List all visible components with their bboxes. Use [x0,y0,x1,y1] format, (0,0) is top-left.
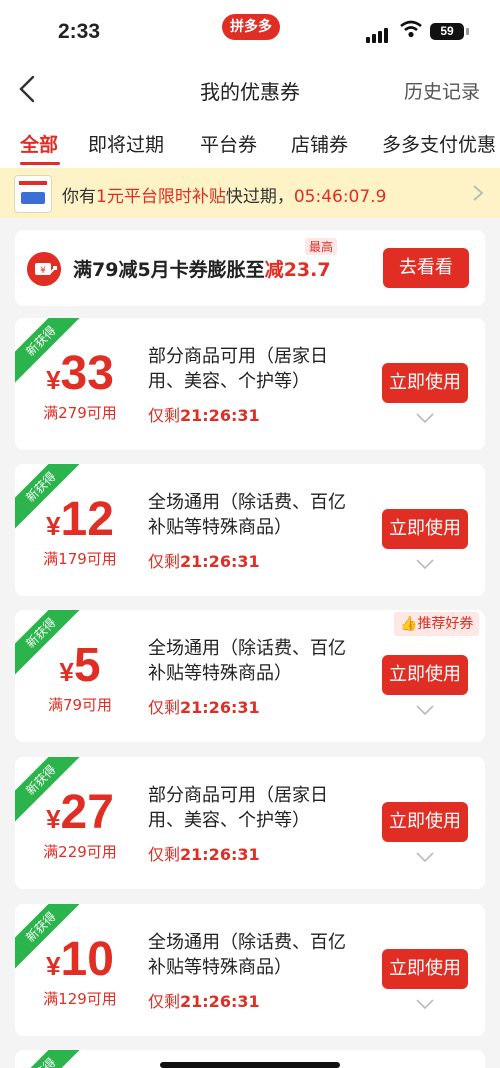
chevron-right-icon [473,185,484,201]
tab-all[interactable]: 全部 [20,130,58,157]
tab-duoduo-pay[interactable]: 多多支付优惠 [382,130,496,157]
coupon-condition: 满79可用 [47,696,113,714]
use-now-button[interactable]: 立即使用 [382,509,468,549]
coupon-expire: 仅剩21:26:31 [148,552,260,571]
coupon-expand-icon: ¥ [27,252,61,286]
wifi-icon [400,20,422,38]
coupon-amount: ¥5 [59,639,101,692]
promo-card: ¥ 满79减5月卡券膨胀至减23.7 最高 去看看 [15,230,485,306]
battery-icon: 59 [430,23,464,40]
tab-store[interactable]: 店铺券 [291,130,348,157]
tab-indicator [20,162,60,165]
coupon-expire: 仅剩21:26:31 [148,698,260,717]
chevron-down-icon[interactable] [416,705,434,715]
new-ribbon: 新获得 [15,1050,85,1068]
chevron-down-icon[interactable] [416,852,434,862]
promo-text: 满79减5月卡券膨胀至减23.7 [73,259,331,281]
coupon-amount: ¥27 [46,786,114,839]
coupon-desc: 部分商品可用（居家日用、美容、个护等） [148,346,328,392]
coupon-condition: 满129可用 [43,990,117,1008]
coupon-card: 新获得 ¥12 满179可用 全场通用（除话费、百亿补贴等特殊商品） 仅剩21:… [15,464,485,596]
tab-expiring[interactable]: 即将过期 [88,130,164,157]
expiry-notice[interactable]: 你有1元平台限时补贴快过期，05:46:07.9 [0,168,500,218]
chevron-down-icon[interactable] [416,559,434,569]
app-pill[interactable]: 拼多多 [222,14,280,40]
coupon-condition: 满279可用 [43,404,117,422]
coupon-condition: 满179可用 [43,550,117,568]
chevron-down-icon[interactable] [416,999,434,1009]
use-now-button[interactable]: 立即使用 [382,363,468,403]
svg-text:¥: ¥ [40,266,46,276]
use-now-button[interactable]: 立即使用 [382,802,468,842]
nav-bar: 我的优惠券 历史记录 [0,60,500,118]
coupon-desc: 全场通用（除话费、百亿补贴等特殊商品） [148,492,346,538]
recommended-tag: 👍推荐好券 [394,612,480,636]
coupon-card: 新获得 ¥10 满129可用 全场通用（除话费、百亿补贴等特殊商品） 仅剩21:… [15,904,485,1036]
coupon-expire: 仅剩21:26:31 [148,992,260,1011]
subsidy-coupon-icon [14,175,52,213]
status-bar: 2:33 拼多多 59 [0,0,500,60]
chevron-down-icon[interactable] [416,413,434,423]
coupon-expire: 仅剩21:26:31 [148,845,260,864]
use-now-button[interactable]: 立即使用 [382,949,468,989]
history-link[interactable]: 历史记录 [404,77,480,104]
coupon-amount: ¥12 [46,493,114,546]
view-button[interactable]: 去看看 [383,248,469,288]
notice-text: 你有1元平台限时补贴快过期，05:46:07.9 [62,187,387,207]
coupon-card: 新获得 ¥33 满279可用 部分商品可用（居家日用、美容、个护等） 仅剩21:… [15,318,485,450]
status-time: 2:33 [58,20,101,43]
use-now-button[interactable]: 立即使用 [382,655,468,695]
max-badge: 最高 [305,238,338,255]
tab-platform[interactable]: 平台券 [200,130,257,157]
coupon-amount: ¥10 [46,933,114,986]
thumbs-up-icon: 👍 [400,616,418,632]
coupon-desc: 全场通用（除话费、百亿补贴等特殊商品） [148,638,346,684]
coupon-expire: 仅剩21:26:31 [148,406,260,425]
tab-bar: 全部 即将过期 平台券 店铺券 多多支付优惠 [0,118,500,168]
coupon-condition: 满229可用 [43,843,117,861]
coupon-desc: 全场通用（除话费、百亿补贴等特殊商品） [148,932,346,978]
signal-icon [366,24,390,43]
coupon-desc: 部分商品可用（居家日用、美容、个护等） [148,785,328,831]
coupon-card: 新获得 ¥27 满229可用 部分商品可用（居家日用、美容、个护等） 仅剩21:… [15,757,485,889]
coupon-amount: ¥33 [46,347,114,400]
battery-tip [466,28,469,35]
home-indicator [160,1062,340,1068]
